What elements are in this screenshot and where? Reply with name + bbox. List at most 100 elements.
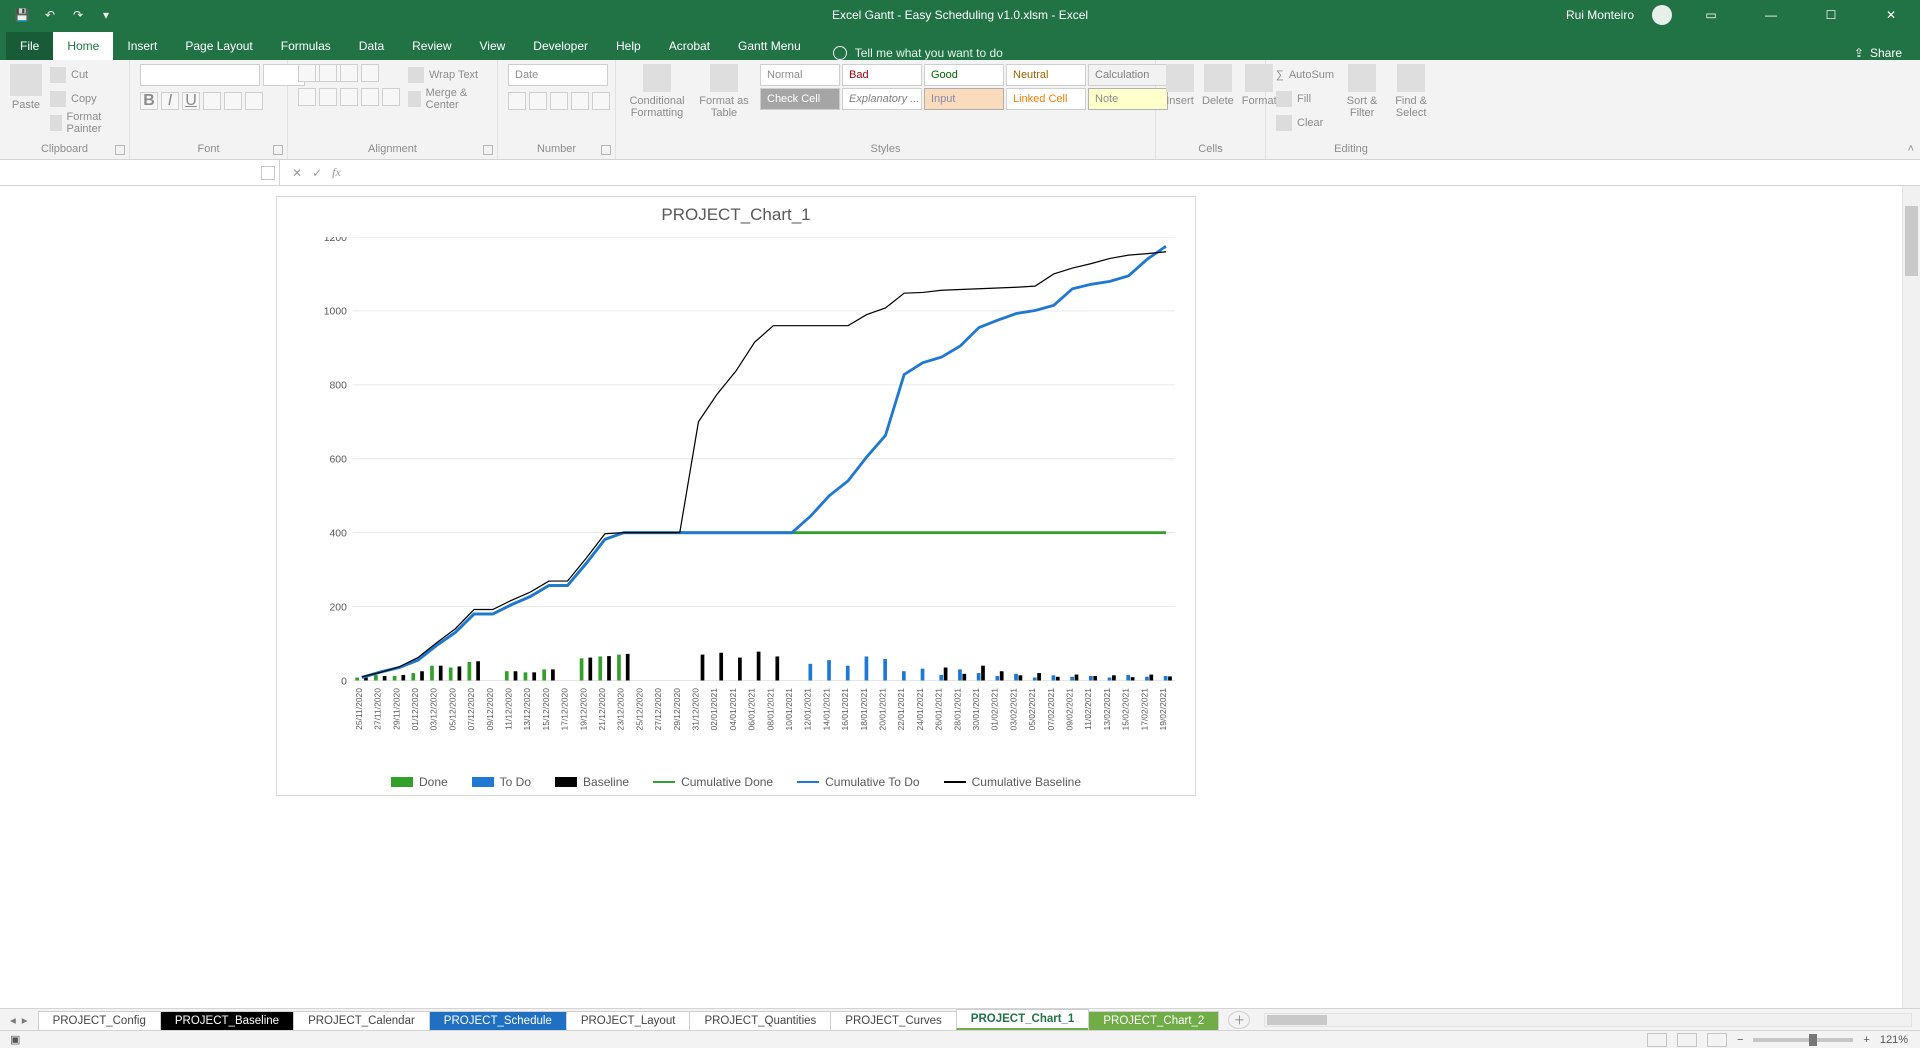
tab-formulas[interactable]: Formulas [267, 32, 345, 60]
redo-icon[interactable]: ↷ [70, 7, 86, 23]
zoom-slider[interactable] [1753, 1038, 1853, 1042]
sheet-tab-baseline[interactable]: PROJECT_Baseline [160, 1011, 294, 1030]
cut-button[interactable]: Cut [50, 64, 119, 86]
style-bad[interactable]: Bad [842, 64, 922, 86]
borders-button[interactable] [203, 92, 221, 110]
copy-button[interactable]: Copy [50, 88, 119, 110]
tab-review[interactable]: Review [398, 32, 465, 60]
sheet-tab-layout[interactable]: PROJECT_Layout [566, 1011, 691, 1030]
page-break-view-icon[interactable] [1707, 1033, 1727, 1047]
tab-acrobat[interactable]: Acrobat [655, 32, 724, 60]
orientation-icon[interactable] [361, 64, 379, 82]
page-layout-view-icon[interactable] [1677, 1033, 1697, 1047]
format-painter-button[interactable]: Format Painter [50, 112, 119, 134]
number-format-combo[interactable]: Date [508, 64, 608, 86]
share-button[interactable]: ⇪ Share [1854, 46, 1902, 60]
font-dialog-launcher[interactable] [273, 145, 283, 155]
tab-data[interactable]: Data [345, 32, 398, 60]
sheet-tab-curves[interactable]: PROJECT_Curves [830, 1011, 957, 1030]
align-center-icon[interactable] [319, 88, 337, 106]
tab-home[interactable]: Home [53, 32, 113, 60]
sheet-tab-chart-2[interactable]: PROJECT_Chart_2 [1088, 1011, 1219, 1030]
new-sheet-button[interactable]: ＋ [1228, 1011, 1250, 1029]
sheet-tab-calendar[interactable]: PROJECT_Calendar [293, 1011, 430, 1030]
style-good[interactable]: Good [924, 64, 1004, 86]
fill-color-button[interactable] [224, 92, 242, 110]
sheet-tab-schedule[interactable]: PROJECT_Schedule [429, 1011, 567, 1030]
tab-gantt-menu[interactable]: Gantt Menu [724, 32, 815, 60]
zoom-out-icon[interactable]: − [1737, 1034, 1743, 1046]
sheet-tab-quantities[interactable]: PROJECT_Quantities [689, 1011, 831, 1030]
zoom-level[interactable]: 121% [1880, 1034, 1908, 1046]
align-middle-icon[interactable] [319, 64, 337, 82]
increase-decimal-icon[interactable] [571, 92, 589, 110]
align-top-icon[interactable] [298, 64, 316, 82]
tab-insert[interactable]: Insert [113, 32, 171, 60]
horizontal-scroll-thumb[interactable] [1267, 1015, 1327, 1025]
font-name-combo[interactable] [140, 64, 260, 86]
style-input[interactable]: Input [924, 88, 1004, 110]
style-check-cell[interactable]: Check Cell [760, 88, 840, 110]
delete-cells-button[interactable]: Delete [1202, 64, 1234, 107]
sheet-tab-chart-1[interactable]: PROJECT_Chart_1 [956, 1009, 1090, 1030]
user-avatar[interactable] [1652, 5, 1672, 25]
wrap-text-button[interactable]: Wrap Text [408, 64, 487, 86]
align-bottom-icon[interactable] [340, 64, 358, 82]
horizontal-scrollbar[interactable] [1264, 1013, 1912, 1027]
vertical-scroll-thumb[interactable] [1905, 206, 1918, 276]
merge-center-button[interactable]: Merge & Center [408, 88, 487, 110]
alignment-dialog-launcher[interactable] [483, 145, 493, 155]
conditional-formatting-button[interactable]: Conditional Formatting [626, 64, 688, 119]
zoom-slider-knob[interactable] [1809, 1034, 1817, 1046]
maximize-icon[interactable]: ☐ [1810, 0, 1852, 30]
collapse-ribbon-icon[interactable]: ˄ [1908, 143, 1914, 155]
bold-button[interactable]: B [140, 92, 158, 110]
qat-customize-icon[interactable]: ▾ [98, 7, 114, 23]
macro-record-icon[interactable]: ▣ [0, 1033, 20, 1046]
formula-input[interactable] [353, 160, 1920, 185]
underline-button[interactable]: U [182, 92, 200, 110]
fill-button[interactable]: Fill [1276, 88, 1334, 110]
clear-button[interactable]: Clear [1276, 112, 1334, 134]
tab-page-layout[interactable]: Page Layout [171, 32, 266, 60]
percent-format-icon[interactable] [529, 92, 547, 110]
normal-view-icon[interactable] [1647, 1033, 1667, 1047]
zoom-in-icon[interactable]: + [1863, 1034, 1869, 1046]
align-right-icon[interactable] [340, 88, 358, 106]
tell-me-search[interactable]: Tell me what you want to do [833, 46, 1003, 60]
ribbon-display-icon[interactable]: ▭ [1690, 0, 1732, 30]
sheet-nav-next-icon[interactable]: ▸ [22, 1013, 28, 1027]
worksheet-area[interactable]: PROJECT_Chart_1 02004006008001000120025/… [0, 186, 1920, 1018]
number-dialog-launcher[interactable] [601, 145, 611, 155]
tab-view[interactable]: View [466, 32, 520, 60]
comma-format-icon[interactable] [550, 92, 568, 110]
close-icon[interactable]: ✕ [1870, 0, 1912, 30]
align-left-icon[interactable] [298, 88, 316, 106]
name-box-dropdown-icon[interactable] [261, 166, 275, 180]
minimize-icon[interactable]: — [1750, 0, 1792, 30]
decrease-indent-icon[interactable] [361, 88, 379, 106]
insert-cells-button[interactable]: Insert [1166, 64, 1194, 107]
style-linked-cell[interactable]: Linked Cell [1006, 88, 1086, 110]
style-normal[interactable]: Normal [760, 64, 840, 86]
vertical-scrollbar[interactable] [1902, 186, 1920, 1018]
sheet-nav-prev-icon[interactable]: ◂ [10, 1013, 16, 1027]
find-select-button[interactable]: Find & Select [1390, 64, 1432, 119]
enter-formula-icon[interactable]: ✓ [312, 166, 322, 180]
style-explanatory[interactable]: Explanatory ... [842, 88, 922, 110]
save-icon[interactable]: 💾 [14, 7, 30, 23]
tab-developer[interactable]: Developer [519, 32, 602, 60]
sort-filter-button[interactable]: Sort & Filter [1342, 64, 1382, 119]
decrease-decimal-icon[interactable] [592, 92, 610, 110]
clipboard-dialog-launcher[interactable] [115, 145, 125, 155]
italic-button[interactable]: I [161, 92, 179, 110]
cancel-formula-icon[interactable]: ✕ [292, 166, 302, 180]
font-color-button[interactable] [245, 92, 263, 110]
sheet-tab-config[interactable]: PROJECT_Config [38, 1011, 161, 1030]
tab-file[interactable]: File [6, 32, 53, 60]
fx-icon[interactable]: fx [332, 165, 341, 180]
chart-object[interactable]: PROJECT_Chart_1 02004006008001000120025/… [276, 196, 1196, 796]
style-neutral[interactable]: Neutral [1006, 64, 1086, 86]
increase-indent-icon[interactable] [382, 88, 400, 106]
accounting-format-icon[interactable] [508, 92, 526, 110]
